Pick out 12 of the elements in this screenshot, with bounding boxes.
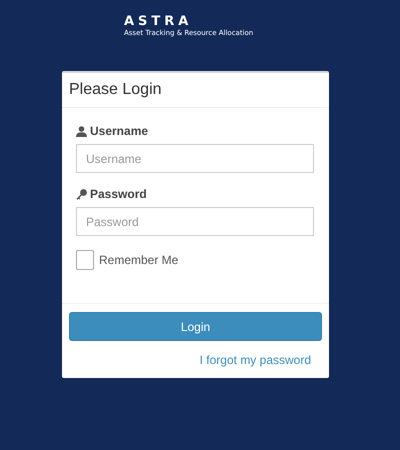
input-field[interactable]: Username	[76, 144, 314, 173]
field-label: Username	[90, 124, 148, 138]
user-icon	[76, 126, 87, 136]
key-icon	[76, 188, 87, 200]
panel-title: Please Login	[69, 81, 162, 99]
checkbox-label: Remember Me	[99, 253, 178, 267]
login-button[interactable]: Login	[69, 312, 322, 341]
brand-name: ASTRA	[124, 14, 192, 29]
field-label: Password	[90, 187, 147, 201]
forgot-password-link[interactable]: I forgot my password	[200, 353, 311, 367]
input-field[interactable]: Password	[76, 207, 314, 236]
checkbox[interactable]	[76, 250, 94, 270]
